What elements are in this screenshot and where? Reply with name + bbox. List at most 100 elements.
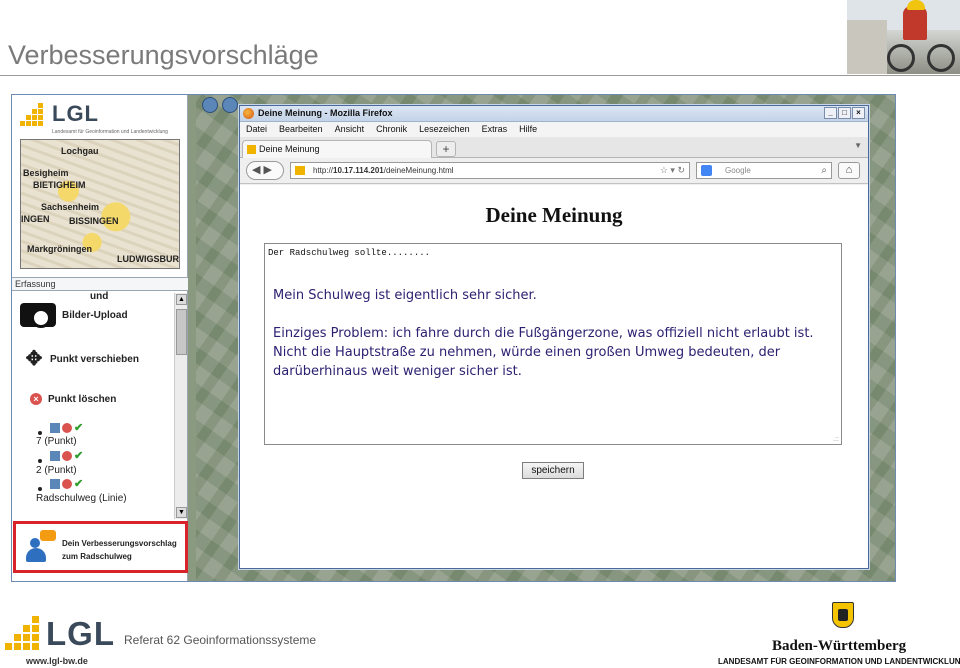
check-icon[interactable]: ✔ — [74, 423, 84, 434]
map-label: BISSINGEN — [69, 216, 119, 226]
list-item[interactable]: Radschulweg (Linie) — [36, 493, 127, 504]
firefox-icon — [243, 108, 254, 119]
menu-datei[interactable]: Datei — [246, 122, 267, 137]
url-path: /deineMeinung.html — [383, 166, 454, 175]
scroll-down-icon[interactable]: ▼ — [176, 507, 187, 518]
zoom-out-icon[interactable] — [222, 97, 238, 113]
tab-list-icon[interactable]: ▼ — [854, 141, 862, 150]
suggestion-button[interactable]: Dein Verbesserungsvorschlag zum Radschul… — [13, 521, 188, 573]
firefox-window: Deine Meinung - Mozilla Firefox _ □ × Da… — [239, 105, 869, 569]
edit-icon[interactable] — [50, 423, 60, 433]
map-label: Besigheim — [23, 168, 69, 178]
check-icon[interactable]: ✔ — [74, 451, 84, 462]
lgl-logo-subtitle: Landesamt für Geoinformation und Landent… — [52, 129, 168, 135]
menu-lesezeichen[interactable]: Lesezeichen — [419, 122, 470, 137]
map-label: BIETIGHEIM — [33, 180, 86, 190]
left-panel: LGL Landesamt für Geoinformation und Lan… — [12, 95, 188, 581]
list-item[interactable]: 2 (Punkt) — [36, 465, 77, 476]
opinion-textarea[interactable]: Der Radschulweg sollte........ Mein Schu… — [264, 243, 842, 445]
zoom-in-icon[interactable] — [202, 97, 218, 113]
edit-icon[interactable] — [50, 479, 60, 489]
menu-bearbeiten[interactable]: Bearbeiten — [279, 122, 323, 137]
url-host: 10.17.114.201 — [333, 166, 384, 175]
entry-actions: ✔ — [50, 451, 84, 462]
footer-url[interactable]: www.lgl-bw.de — [26, 656, 88, 666]
map-label: Lochgau — [61, 146, 99, 156]
list-bullet — [38, 431, 42, 435]
edit-icon[interactable] — [50, 451, 60, 461]
footer-lgl-text: LGL — [46, 615, 115, 652]
list-bullet — [38, 487, 42, 491]
lgl-dots-icon — [20, 103, 50, 129]
resize-grip-icon[interactable]: .:: — [833, 436, 839, 443]
menu-chronik[interactable]: Chronik — [376, 122, 407, 137]
textarea-prefill: Der Radschulweg sollte........ — [268, 248, 431, 258]
bw-subtitle: LANDESAMT FÜR GEOINFORMATION UND LANDENT… — [718, 657, 960, 666]
photo-helmet — [907, 0, 925, 10]
list-bullet — [38, 459, 42, 463]
url-prefix: http:// — [313, 166, 334, 175]
entry-actions: ✔ — [50, 423, 84, 434]
menu-hilfe[interactable]: Hilfe — [519, 122, 537, 137]
window-controls: _ □ × — [824, 107, 865, 119]
suggestion-line1: Dein Verbesserungsvorschlag — [62, 539, 177, 548]
tab-bar: Deine Meinung + ▼ — [240, 137, 868, 158]
map-toolbar — [202, 97, 238, 113]
application-screenshot: LGL Landesamt für Geoinformation und Lan… — [11, 94, 896, 582]
section-header-erfassung: Erfassung — [12, 277, 188, 291]
menu-ansicht[interactable]: Ansicht — [335, 122, 365, 137]
entry-actions: ✔ — [50, 479, 84, 490]
bookmark-star-icon[interactable]: ☆ ▾ ↻ — [660, 163, 685, 178]
url-bar[interactable]: http://10.17.114.201/deineMeinung.html ☆… — [290, 162, 690, 179]
delete-icon[interactable] — [62, 479, 72, 489]
window-titlebar[interactable]: Deine Meinung - Mozilla Firefox _ □ × — [240, 106, 868, 122]
search-field[interactable]: Google ⌕ — [696, 162, 832, 179]
lgl-logo-text: LGL — [52, 101, 99, 126]
maximize-icon[interactable]: □ — [838, 107, 851, 119]
message-line-1: Mein Schulweg ist eigentlich sehr sicher… — [273, 288, 537, 303]
close-icon[interactable]: × — [852, 107, 865, 119]
move-point-button[interactable]: ✥ Punkt verschieben — [24, 349, 139, 369]
move-arrows-icon: ✥ — [25, 348, 43, 370]
camera-icon — [20, 303, 56, 328]
suggestion-line2: zum Radschulweg — [62, 552, 132, 561]
search-icon[interactable]: ⌕ — [821, 163, 827, 178]
message-line-2: Einziges Problem: ich fahre durch die Fu… — [273, 326, 814, 379]
new-tab-button[interactable]: + — [436, 141, 456, 157]
delete-point-label: Punkt löschen — [48, 393, 117, 405]
bilder-upload-button[interactable]: Bilder-Upload — [20, 303, 128, 328]
map-label: LUDWIGSBURG — [117, 254, 180, 264]
slide: Verbesserungsvorschläge LGL Landesamt fü… — [0, 0, 960, 668]
footer-department: Referat 62 Geoinformationssysteme — [124, 633, 317, 647]
bw-name: Baden-Württemberg — [772, 638, 907, 654]
back-forward-button[interactable]: ◀ ▶ — [246, 161, 284, 180]
save-button[interactable]: speichern — [522, 462, 584, 479]
map-label: Sachsenheim — [41, 202, 100, 212]
textarea-message: Mein Schulweg ist eigentlich sehr sicher… — [273, 286, 833, 400]
map-label: INGEN — [21, 214, 50, 224]
minimize-icon[interactable]: _ — [824, 107, 837, 119]
suggestion-label: Dein Verbesserungsvorschlag zum Radschul… — [62, 537, 177, 563]
window-title: Deine Meinung - Mozilla Firefox — [258, 108, 393, 118]
baden-wuerttemberg-crest-icon — [832, 602, 854, 628]
map-label: Markgröningen — [27, 244, 93, 254]
page-content: Deine Meinung Der Radschulweg sollte....… — [240, 185, 868, 568]
delete-icon[interactable] — [62, 451, 72, 461]
tab-deine-meinung[interactable]: Deine Meinung — [242, 140, 432, 158]
delete-icon[interactable] — [62, 423, 72, 433]
photo-wheel — [927, 44, 955, 72]
search-placeholder: Google — [725, 166, 751, 175]
lgl-logo: LGL Landesamt für Geoinformation und Lan… — [20, 99, 182, 137]
menu-extras[interactable]: Extras — [482, 122, 508, 137]
photo-wheel — [887, 44, 915, 72]
check-icon[interactable]: ✔ — [74, 479, 84, 490]
delete-point-button[interactable]: × Punkt löschen — [30, 393, 116, 405]
overview-map[interactable]: Lochgau Besigheim BIETIGHEIM Sachsenheim… — [20, 139, 180, 269]
move-point-label: Punkt verschieben — [50, 353, 139, 365]
tool-list-scrollbar[interactable]: ▲ ▼ — [174, 293, 187, 519]
scroll-thumb[interactable] — [176, 309, 187, 355]
list-item[interactable]: 7 (Punkt) — [36, 436, 77, 447]
scroll-up-icon[interactable]: ▲ — [176, 294, 187, 305]
home-button[interactable]: ⌂ — [838, 162, 860, 179]
photo-wall — [847, 20, 887, 74]
